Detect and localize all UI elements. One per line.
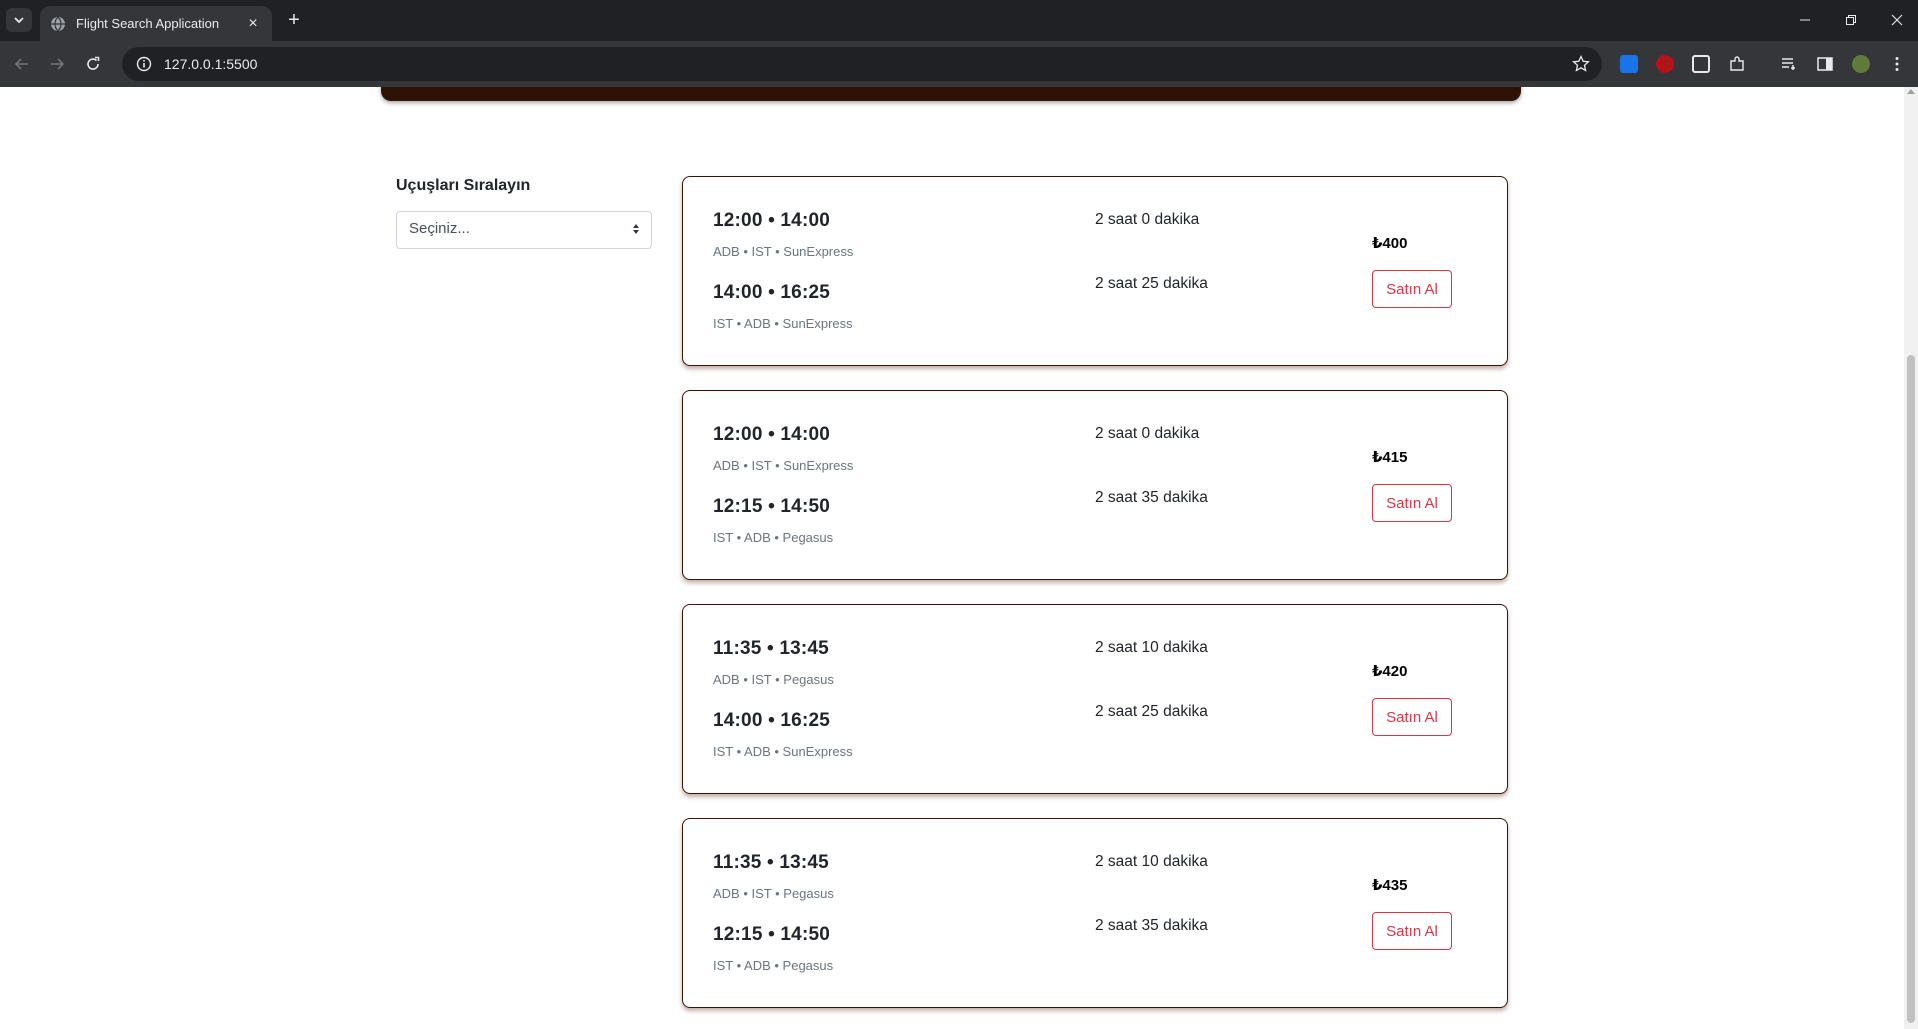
new-tab-button[interactable]: + xyxy=(282,9,306,33)
return-time: 12:15 • 14:50 xyxy=(713,496,830,517)
buy-button[interactable]: Satın Al xyxy=(1372,484,1452,522)
buy-button[interactable]: Satın Al xyxy=(1372,912,1452,950)
url-text[interactable]: 127.0.0.1:5500 xyxy=(164,56,257,72)
return-duration: 2 saat 25 dakika xyxy=(1095,275,1208,292)
browser-toolbar: 127.0.0.1:5500 xyxy=(0,41,1918,87)
restore-icon xyxy=(1846,15,1856,25)
arrow-left-icon xyxy=(14,58,28,70)
flight-card: 11:35 • 13:45 ADB • IST • Pegasus 2 saat… xyxy=(682,818,1508,1008)
flight-card: 12:00 • 14:00 ADB • IST • SunExpress 2 s… xyxy=(682,176,1508,366)
sort-label: Uçuşları Sıralayın xyxy=(396,177,531,194)
flight-card: 12:00 • 14:00 ADB • IST • SunExpress 2 s… xyxy=(682,390,1508,580)
tab-title: Flight Search Application xyxy=(76,16,220,31)
outbound-route: ADB • IST • Pegasus xyxy=(713,886,834,901)
reload-button[interactable] xyxy=(81,52,105,76)
extension-blue-icon[interactable] xyxy=(1620,55,1638,73)
return-duration: 2 saat 25 dakika xyxy=(1095,703,1208,720)
flight-price: ₺415 xyxy=(1372,449,1408,466)
extensions-puzzle-icon[interactable] xyxy=(1728,55,1746,73)
extension-calendar-icon[interactable] xyxy=(1692,55,1710,73)
page-header-band xyxy=(381,87,1521,101)
reload-icon xyxy=(87,56,100,70)
return-time: 14:00 • 16:25 xyxy=(713,282,830,303)
globe-icon xyxy=(51,16,65,31)
page-viewport: Uçuşları Sıralayın Seçiniz... 12:00 • 14… xyxy=(0,87,1918,1029)
outbound-time: 12:00 • 14:00 xyxy=(713,424,830,445)
flight-price: ₺400 xyxy=(1372,235,1408,252)
outbound-duration: 2 saat 10 dakika xyxy=(1095,639,1208,656)
browser-tab-bar: Flight Search Application × + xyxy=(0,0,1918,41)
restore-button[interactable] xyxy=(1836,8,1866,32)
address-bar[interactable]: 127.0.0.1:5500 xyxy=(122,47,1602,81)
return-route: IST • ADB • Pegasus xyxy=(713,958,834,973)
select-arrows-icon xyxy=(633,224,639,234)
return-time: 12:15 • 14:50 xyxy=(713,924,830,945)
buy-button[interactable]: Satın Al xyxy=(1372,698,1452,736)
page-scrollbar[interactable] xyxy=(1904,87,1918,1029)
browser-tab[interactable]: Flight Search Application × xyxy=(40,6,272,41)
tab-search-button[interactable] xyxy=(6,8,32,32)
side-panel-icon[interactable] xyxy=(1816,55,1834,73)
outbound-time: 11:35 • 13:45 xyxy=(713,638,829,659)
sort-select[interactable]: Seçiniz... xyxy=(396,211,652,249)
back-button[interactable] xyxy=(10,52,34,76)
flight-price: ₺420 xyxy=(1372,663,1408,680)
outbound-duration: 2 saat 0 dakika xyxy=(1095,425,1200,442)
close-tab-icon[interactable]: × xyxy=(244,15,262,33)
return-route: IST • ADB • SunExpress xyxy=(713,316,853,331)
minimize-button[interactable] xyxy=(1790,8,1820,32)
media-queue-icon[interactable] xyxy=(1780,55,1798,73)
flight-card: 11:35 • 13:45 ADB • IST • Pegasus 2 saat… xyxy=(682,604,1508,794)
outbound-duration: 2 saat 10 dakika xyxy=(1095,853,1208,870)
flight-price: ₺435 xyxy=(1372,877,1408,894)
outbound-route: ADB • IST • SunExpress xyxy=(713,244,854,259)
outbound-duration: 2 saat 0 dakika xyxy=(1095,211,1200,228)
scroll-up-arrow-icon[interactable] xyxy=(1907,89,1915,94)
return-duration: 2 saat 35 dakika xyxy=(1095,917,1208,934)
arrow-right-icon xyxy=(51,58,65,70)
return-route: IST • ADB • SunExpress xyxy=(713,744,853,759)
scrollbar-thumb[interactable] xyxy=(1907,355,1915,1023)
profile-avatar[interactable] xyxy=(1852,55,1870,73)
sort-selected-value: Seçiniz... xyxy=(409,220,470,237)
more-menu-icon[interactable] xyxy=(1888,55,1906,73)
flight-results-list: 12:00 • 14:00 ADB • IST • SunExpress 2 s… xyxy=(682,176,1508,1029)
close-icon xyxy=(1891,14,1903,26)
close-window-button[interactable] xyxy=(1882,8,1912,32)
ublock-icon[interactable] xyxy=(1656,55,1674,73)
outbound-time: 11:35 • 13:45 xyxy=(713,852,829,873)
info-icon[interactable] xyxy=(136,56,152,72)
bookmark-star-icon[interactable] xyxy=(1572,55,1590,73)
return-route: IST • ADB • Pegasus xyxy=(713,530,834,545)
return-duration: 2 saat 35 dakika xyxy=(1095,489,1208,506)
buy-button[interactable]: Satın Al xyxy=(1372,270,1452,308)
minimize-icon xyxy=(1800,19,1810,21)
chevron-down-icon xyxy=(14,17,24,24)
outbound-route: ADB • IST • SunExpress xyxy=(713,458,854,473)
outbound-route: ADB • IST • Pegasus xyxy=(713,672,834,687)
forward-button[interactable] xyxy=(45,52,69,76)
return-time: 14:00 • 16:25 xyxy=(713,710,830,731)
outbound-time: 12:00 • 14:00 xyxy=(713,210,830,231)
